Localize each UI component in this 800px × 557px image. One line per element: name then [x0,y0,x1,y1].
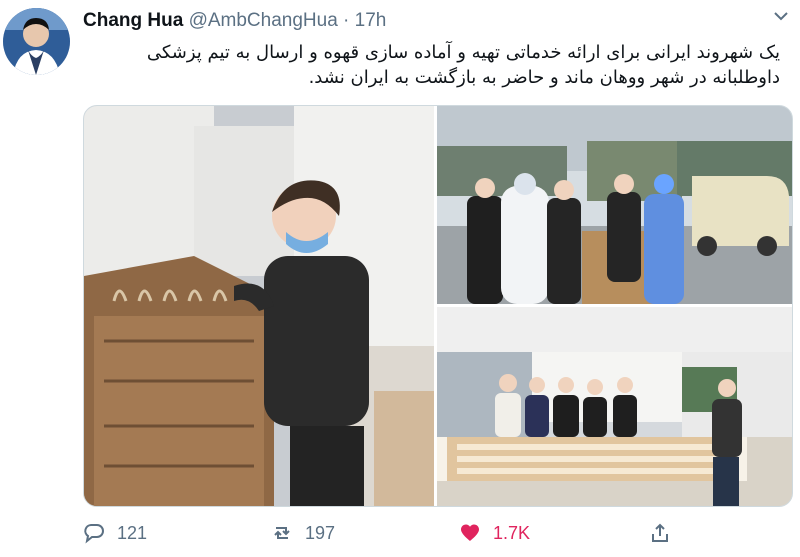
media-grid [83,105,793,507]
retweet-icon [271,522,293,544]
display-name[interactable]: Chang Hua [83,10,183,31]
reply-button[interactable]: 121 [83,518,147,548]
share-icon [649,522,671,544]
tweet-text-line-1: یک شهروند ایرانی برای ارائه خدماتی تهیه … [146,42,780,63]
tweet-actions: 121 197 1.7K [83,518,723,548]
heart-icon [459,522,481,544]
share-button[interactable] [649,518,671,548]
retweet-count: 197 [305,522,336,543]
photo-coffee-bags[interactable] [84,106,434,506]
avatar-image [3,8,70,75]
user-handle[interactable]: @AmbChangHua [189,10,338,31]
like-button[interactable]: 1.7K [459,518,530,548]
tweet-text-line-2: داوطلبانه در شهر ووهان ماند و حاضر به با… [308,67,780,88]
reply-icon [83,522,105,544]
retweet-button[interactable]: 197 [271,518,335,548]
photo-coffee-shop[interactable] [437,307,792,506]
tweet-header: Chang Hua @AmbChangHua · 17h [83,10,780,34]
tweet-text: یک شهروند ایرانی برای ارائه خدماتی تهیه … [84,40,780,90]
separator-dot: · [343,10,350,31]
chevron-down-icon[interactable] [774,8,788,24]
like-count: 1.7K [493,522,531,543]
avatar[interactable] [3,8,70,75]
reply-count: 121 [117,522,148,543]
tweet-time[interactable]: 17h [355,10,387,31]
photo-medical-team[interactable] [437,106,792,304]
